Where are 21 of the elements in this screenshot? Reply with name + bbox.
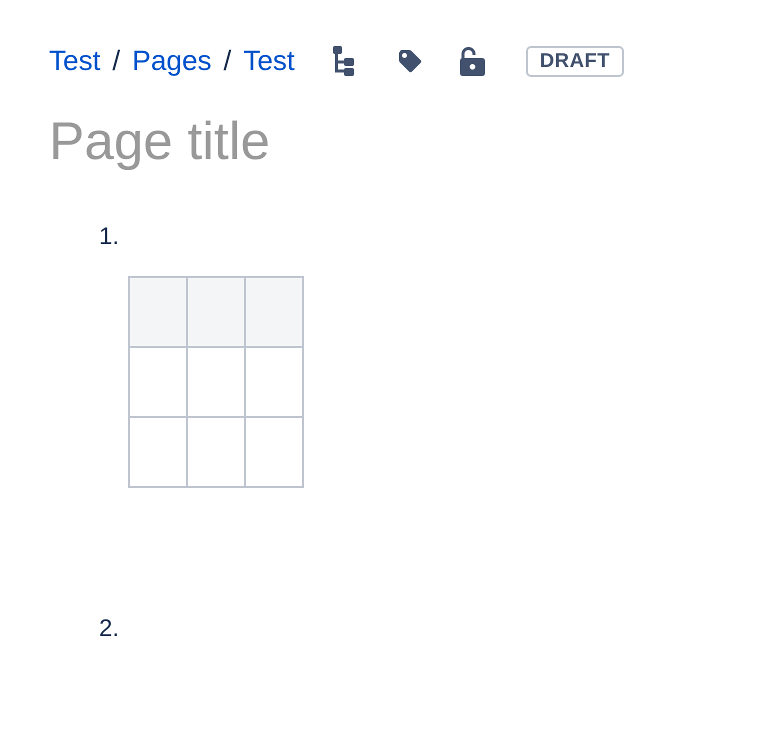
table-cell [129, 417, 187, 487]
breadcrumb-link[interactable]: Test [49, 44, 100, 78]
list-number: 1. [99, 222, 120, 252]
table-cell [245, 417, 303, 487]
status-badge: DRAFT [526, 46, 624, 76]
table-header-cell [129, 277, 187, 347]
table-header-cell [245, 277, 303, 347]
table-header-cell [187, 277, 245, 347]
tag-icon[interactable] [398, 49, 422, 73]
breadcrumb-separator: / [224, 44, 232, 78]
list-number: 2. [99, 614, 120, 644]
breadcrumb-separator: / [112, 44, 120, 78]
table-cell [187, 347, 245, 417]
unlocked-padlock-icon[interactable] [460, 46, 485, 76]
breadcrumb-link[interactable]: Pages [132, 44, 212, 78]
table-cell [129, 347, 187, 417]
title-field[interactable]: Page title [49, 112, 649, 172]
table-cell [187, 417, 245, 487]
breadcrumb-link[interactable]: Test [243, 44, 295, 78]
table-cell [245, 347, 303, 417]
hierarchy-icon[interactable] [332, 46, 354, 76]
